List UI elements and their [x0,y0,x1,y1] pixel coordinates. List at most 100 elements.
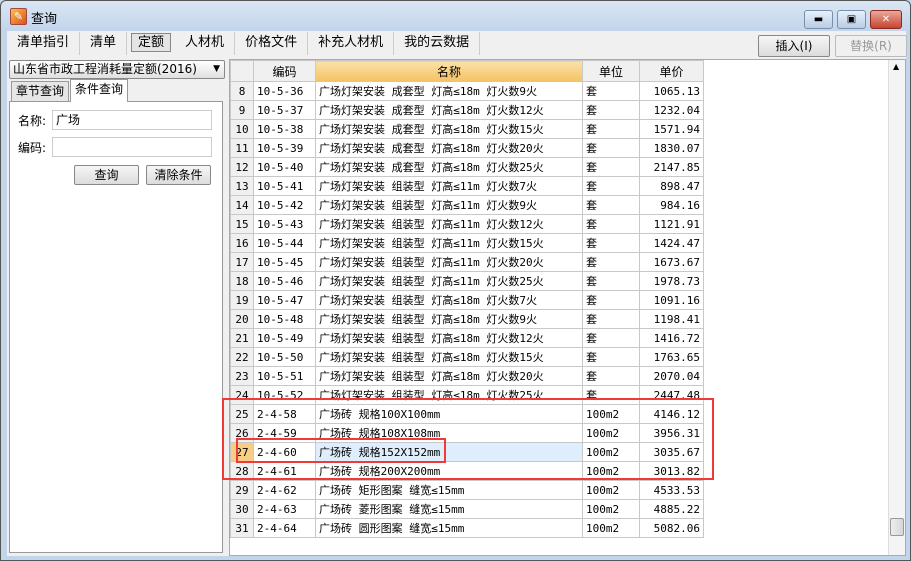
row-number[interactable]: 30 [230,499,254,519]
unit-cell[interactable]: 套 [582,366,640,386]
name-cell[interactable]: 广场砖 圆形图案 缝宽≤15mm [315,518,583,538]
row-number[interactable]: 10 [230,119,254,139]
unit-cell[interactable]: 套 [582,347,640,367]
name-cell[interactable]: 广场灯架安装 成套型 灯高≤18m 灯火数15火 [315,119,583,139]
quota-library-select[interactable]: 山东省市政工程消耗量定额(2016) ▼ [9,60,225,79]
price-cell[interactable]: 5082.06 [639,518,704,538]
price-cell[interactable]: 4146.12 [639,404,704,424]
table-row[interactable]: 27 2-4-60 广场砖 规格152X152mm 100m2 3035.67 [230,442,704,462]
minimize-button[interactable]: ▬ [804,10,833,29]
tab-list[interactable]: 清单 [80,32,128,55]
replace-button[interactable]: 替换(R) [835,35,907,57]
code-cell[interactable]: 10-5-38 [253,119,316,139]
price-cell[interactable]: 1763.65 [639,347,704,367]
code-cell[interactable]: 10-5-48 [253,309,316,329]
tab-price-file[interactable]: 价格文件 [235,32,309,55]
row-number[interactable]: 23 [230,366,254,386]
price-cell[interactable]: 2070.04 [639,366,704,386]
tab-condition-query[interactable]: 条件查询 [70,79,129,102]
table-row[interactable]: 22 10-5-50 广场灯架安装 组装型 灯高≤18m 灯火数15火套 1763.6… [230,347,704,367]
unit-cell[interactable]: 套 [582,271,640,291]
name-cell[interactable]: 广场砖 规格100X100mm [315,404,583,424]
code-cell[interactable]: 10-5-37 [253,100,316,120]
code-cell[interactable]: 10-5-44 [253,233,316,253]
price-cell[interactable]: 1830.07 [639,138,704,158]
name-cell[interactable]: 广场砖 规格200X200mm [315,461,583,481]
code-cell[interactable]: 10-5-40 [253,157,316,177]
table-row[interactable]: 28 2-4-61 广场砖 规格200X200mm 100m2 3013.82 [230,461,704,481]
unit-cell[interactable]: 套 [582,385,640,405]
name-cell[interactable]: 广场砖 矩形图案 缝宽≤15mm [315,480,583,500]
table-row[interactable]: 30 2-4-63 广场砖 菱形图案 缝宽≤15mm 100m2 4885.22 [230,499,704,519]
row-number[interactable]: 12 [230,157,254,177]
unit-cell[interactable]: 100m2 [582,423,640,443]
code-input[interactable] [52,137,212,157]
price-cell[interactable]: 1416.72 [639,328,704,348]
code-cell[interactable]: 10-5-46 [253,271,316,291]
price-cell[interactable]: 1121.91 [639,214,704,234]
table-row[interactable]: 19 10-5-47 广场灯架安装 组装型 灯高≤18m 灯火数7火套 1091.16 [230,290,704,310]
row-number[interactable]: 9 [230,100,254,120]
tab-cloud-data[interactable]: 我的云数据 [394,32,481,55]
code-cell[interactable]: 10-5-52 [253,385,316,405]
table-row[interactable]: 23 10-5-51 广场灯架安装 组装型 灯高≤18m 灯火数20火套 2070.0… [230,366,704,386]
row-number[interactable]: 25 [230,404,254,424]
tab-labor-material-machine[interactable]: 人材机 [175,32,236,55]
table-row[interactable]: 25 2-4-58 广场砖 规格100X100mm 100m2 4146.12 [230,404,704,424]
code-cell[interactable]: 10-5-47 [253,290,316,310]
price-cell[interactable]: 1978.73 [639,271,704,291]
unit-cell[interactable]: 套 [582,290,640,310]
row-number[interactable]: 15 [230,214,254,234]
unit-cell[interactable]: 100m2 [582,461,640,481]
unit-cell[interactable]: 套 [582,119,640,139]
code-cell[interactable]: 2-4-63 [253,499,316,519]
code-cell[interactable]: 10-5-36 [253,81,316,101]
name-cell[interactable]: 广场灯架安装 成套型 灯高≤18m 灯火数9火 [315,81,583,101]
row-number[interactable]: 19 [230,290,254,310]
search-button[interactable]: 查询 [74,165,139,185]
scroll-up-icon[interactable]: ▲ [893,62,899,71]
code-cell[interactable]: 10-5-41 [253,176,316,196]
table-row[interactable]: 17 10-5-45 广场灯架安装 组装型 灯高≤11m 灯火数20火套 1673.6… [230,252,704,272]
tab-chapter-query[interactable]: 章节查询 [11,81,70,101]
unit-cell[interactable]: 100m2 [582,442,640,462]
row-number[interactable]: 28 [230,461,254,481]
price-cell[interactable]: 1424.47 [639,233,704,253]
header-price[interactable]: 单价 [639,60,704,82]
price-cell[interactable]: 1673.67 [639,252,704,272]
row-number[interactable]: 27 [230,442,254,462]
price-cell[interactable]: 1198.41 [639,309,704,329]
tab-quota[interactable]: 定额 [131,33,172,52]
price-cell[interactable]: 3035.67 [639,442,704,462]
name-cell[interactable]: 广场灯架安装 成套型 灯高≤18m 灯火数25火 [315,157,583,177]
unit-cell[interactable]: 套 [582,233,640,253]
price-cell[interactable]: 1091.16 [639,290,704,310]
table-row[interactable]: 12 10-5-40 广场灯架安装 成套型 灯高≤18m 灯火数25火套 2147.8… [230,157,704,177]
table-row[interactable]: 14 10-5-42 广场灯架安装 组装型 灯高≤11m 灯火数9火套 984.16 [230,195,704,215]
price-cell[interactable]: 3956.31 [639,423,704,443]
clear-conditions-button[interactable]: 清除条件 [146,165,211,185]
unit-cell[interactable]: 套 [582,81,640,101]
table-row[interactable]: 26 2-4-59 广场砖 规格108X108mm 100m2 3956.31 [230,423,704,443]
name-input[interactable]: 广场 [52,110,212,130]
code-cell[interactable]: 2-4-59 [253,423,316,443]
code-cell[interactable]: 10-5-43 [253,214,316,234]
unit-cell[interactable]: 套 [582,309,640,329]
price-cell[interactable]: 1065.13 [639,81,704,101]
unit-cell[interactable]: 套 [582,195,640,215]
row-number[interactable]: 8 [230,81,254,101]
code-cell[interactable]: 2-4-58 [253,404,316,424]
table-row[interactable]: 21 10-5-49 广场灯架安装 组装型 灯高≤18m 灯火数12火套 1416.7… [230,328,704,348]
code-cell[interactable]: 10-5-50 [253,347,316,367]
header-unit[interactable]: 单位 [582,60,640,82]
row-number[interactable]: 11 [230,138,254,158]
header-code[interactable]: 编码 [253,60,316,82]
row-number[interactable]: 29 [230,480,254,500]
row-number[interactable]: 21 [230,328,254,348]
name-cell[interactable]: 广场灯架安装 组装型 灯高≤11m 灯火数20火 [315,252,583,272]
name-cell[interactable]: 广场灯架安装 组装型 灯高≤18m 灯火数20火 [315,366,583,386]
table-row[interactable]: 31 2-4-64 广场砖 圆形图案 缝宽≤15mm 100m2 5082.06 [230,518,704,538]
code-cell[interactable]: 10-5-45 [253,252,316,272]
row-number[interactable]: 18 [230,271,254,291]
unit-cell[interactable]: 套 [582,328,640,348]
